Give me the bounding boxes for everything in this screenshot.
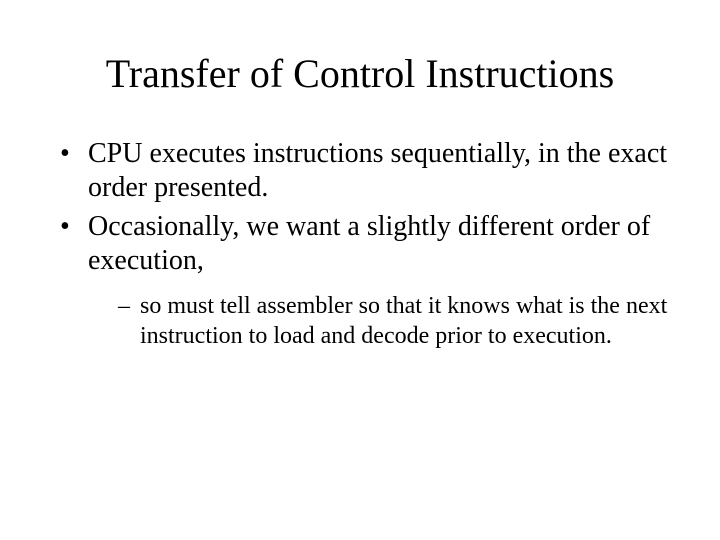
sub-bullet-item: so must tell assembler so that it knows … [118, 291, 670, 351]
bullet-text: CPU executes instructions sequentially, … [88, 138, 667, 203]
bullet-text: Occasionally, we want a slightly differe… [88, 211, 650, 276]
bullet-item: Occasionally, we want a slightly differe… [60, 210, 670, 351]
bullet-list: CPU executes instructions sequentially, … [60, 137, 670, 351]
sub-bullet-list: so must tell assembler so that it knows … [118, 291, 670, 351]
sub-bullet-text: so must tell assembler so that it knows … [140, 293, 667, 349]
slide-title: Transfer of Control Instructions [50, 50, 670, 97]
slide: Transfer of Control Instructions CPU exe… [0, 0, 720, 540]
bullet-item: CPU executes instructions sequentially, … [60, 137, 670, 204]
